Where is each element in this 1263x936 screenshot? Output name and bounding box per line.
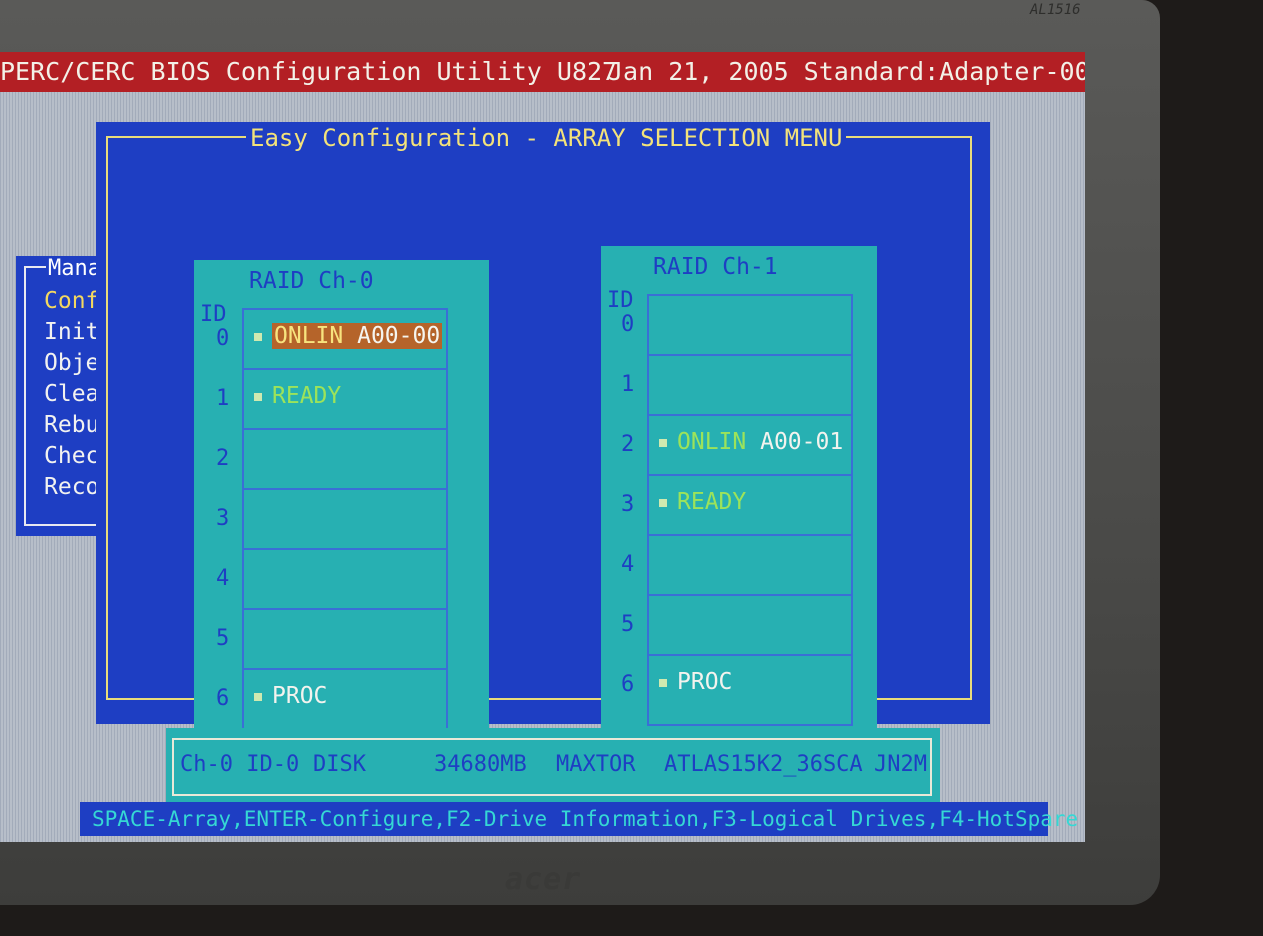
slot-id: 0 — [216, 326, 230, 351]
slot-id: 3 — [621, 492, 635, 517]
channel-1-slot-3[interactable]: 3 READY — [621, 476, 851, 536]
monitor-model-label: AL1516 — [1030, 2, 1081, 18]
channel-1-panel: RAID Ch-1 ID 0 1 2 ONLIN A00-01 3 READY … — [601, 246, 877, 741]
drive-size: 34680MB — [434, 752, 527, 777]
drive-state: ONLIN — [677, 429, 747, 455]
channel-0-panel: RAID Ch-0 ID 0 ONLIN A00-00 1 READY 2 3 … — [194, 260, 489, 755]
drive-type: DISK — [313, 752, 366, 777]
drive-array-id: A00-01 — [760, 429, 844, 455]
channel-1-slot-4[interactable]: 4 — [621, 536, 851, 596]
bios-screen: PERC/CERC BIOS Configuration Utility U82… — [0, 52, 1085, 842]
array-selection-dialog: Easy Configuration - ARRAY SELECTION MEN… — [96, 122, 990, 755]
channel-0-slot-4[interactable]: 4 — [216, 550, 446, 610]
channel-1-slot-5[interactable]: 5 — [621, 596, 851, 656]
drive-state: PROC — [677, 669, 733, 695]
channel-1-slot-grid: 0 1 2 ONLIN A00-01 3 READY 4 5 6 PROC — [621, 294, 853, 726]
slot-id: 5 — [216, 626, 230, 651]
drive-marker-icon — [659, 498, 667, 507]
acer-logo: acer — [505, 862, 582, 897]
selected-drive: ONLIN A00-00 — [272, 323, 443, 349]
dialog-title: Easy Configuration - ARRAY SELECTION MEN… — [246, 124, 847, 152]
slot-id: 5 — [621, 612, 635, 637]
slot-id: 6 — [621, 672, 635, 697]
drive-state: ONLIN — [274, 323, 344, 349]
drive-marker-icon — [254, 392, 262, 401]
drive-marker-icon — [254, 692, 262, 701]
slot-id: 6 — [216, 686, 230, 711]
slot-id: 3 — [216, 506, 230, 531]
channel-0-id-header: ID — [200, 302, 227, 327]
key-hints: SPACE-Array,ENTER-Configure,F2-Drive Inf… — [92, 807, 1079, 831]
drive-location: Ch-0 ID-0 — [180, 752, 300, 777]
channel-0-slot-1[interactable]: 1 READY — [216, 370, 446, 430]
slot-id: 2 — [621, 432, 635, 457]
drive-marker-icon — [659, 678, 667, 687]
drive-model: ATLAS15K2_36SCA — [664, 752, 863, 777]
channel-0-slot-grid: 0 ONLIN A00-00 1 READY 2 3 4 5 6 PROC — [216, 308, 448, 740]
drive-array-id: A00-00 — [357, 323, 441, 349]
monitor-bezel: AL1516 PERC/CERC BIOS Configuration Util… — [0, 0, 1160, 905]
key-hint-bar: SPACE-Array,ENTER-Configure,F2-Drive Inf… — [80, 802, 1078, 836]
drive-revision: JN2M — [874, 752, 927, 777]
drive-info-bar: Ch-0 ID-0 DISK 34680MB MAXTOR ATLAS15K2_… — [166, 728, 940, 806]
drive-state: READY — [272, 383, 342, 409]
drive-marker-icon — [659, 438, 667, 447]
adapter-info: Jan 21, 2005 Standard:Adapter-00 — [608, 57, 1085, 86]
channel-1-title: RAID Ch-1 — [653, 254, 778, 280]
slot-id: 4 — [216, 566, 230, 591]
channel-0-slot-0[interactable]: 0 ONLIN A00-00 — [216, 310, 446, 370]
channel-1-slot-1[interactable]: 1 — [621, 356, 851, 416]
drive-marker-icon — [254, 332, 262, 341]
slot-id: 4 — [621, 552, 635, 577]
channel-1-slot-0[interactable]: 0 — [621, 296, 851, 356]
slot-id: 2 — [216, 446, 230, 471]
drive-state: PROC — [272, 683, 328, 709]
channel-0-slot-2[interactable]: 2 — [216, 430, 446, 490]
channel-0-slot-3[interactable]: 3 — [216, 490, 446, 550]
drive-state: READY — [677, 489, 747, 515]
channel-1-slot-6[interactable]: 6 PROC — [621, 656, 851, 716]
channel-0-title: RAID Ch-0 — [249, 268, 374, 294]
slot-id: 1 — [621, 372, 635, 397]
slot-id: 1 — [216, 386, 230, 411]
management-menu-title: Mana — [46, 256, 103, 281]
channel-0-slot-6[interactable]: 6 PROC — [216, 670, 446, 730]
utility-title: PERC/CERC BIOS Configuration Utility U82… — [0, 57, 618, 86]
channel-0-slot-5[interactable]: 5 — [216, 610, 446, 670]
channel-1-slot-2[interactable]: 2 ONLIN A00-01 — [621, 416, 851, 476]
slot-id: 0 — [621, 312, 635, 337]
title-bar: PERC/CERC BIOS Configuration Utility U82… — [0, 52, 1085, 92]
channel-1-id-header: ID — [607, 288, 634, 313]
drive-vendor: MAXTOR — [556, 752, 636, 777]
